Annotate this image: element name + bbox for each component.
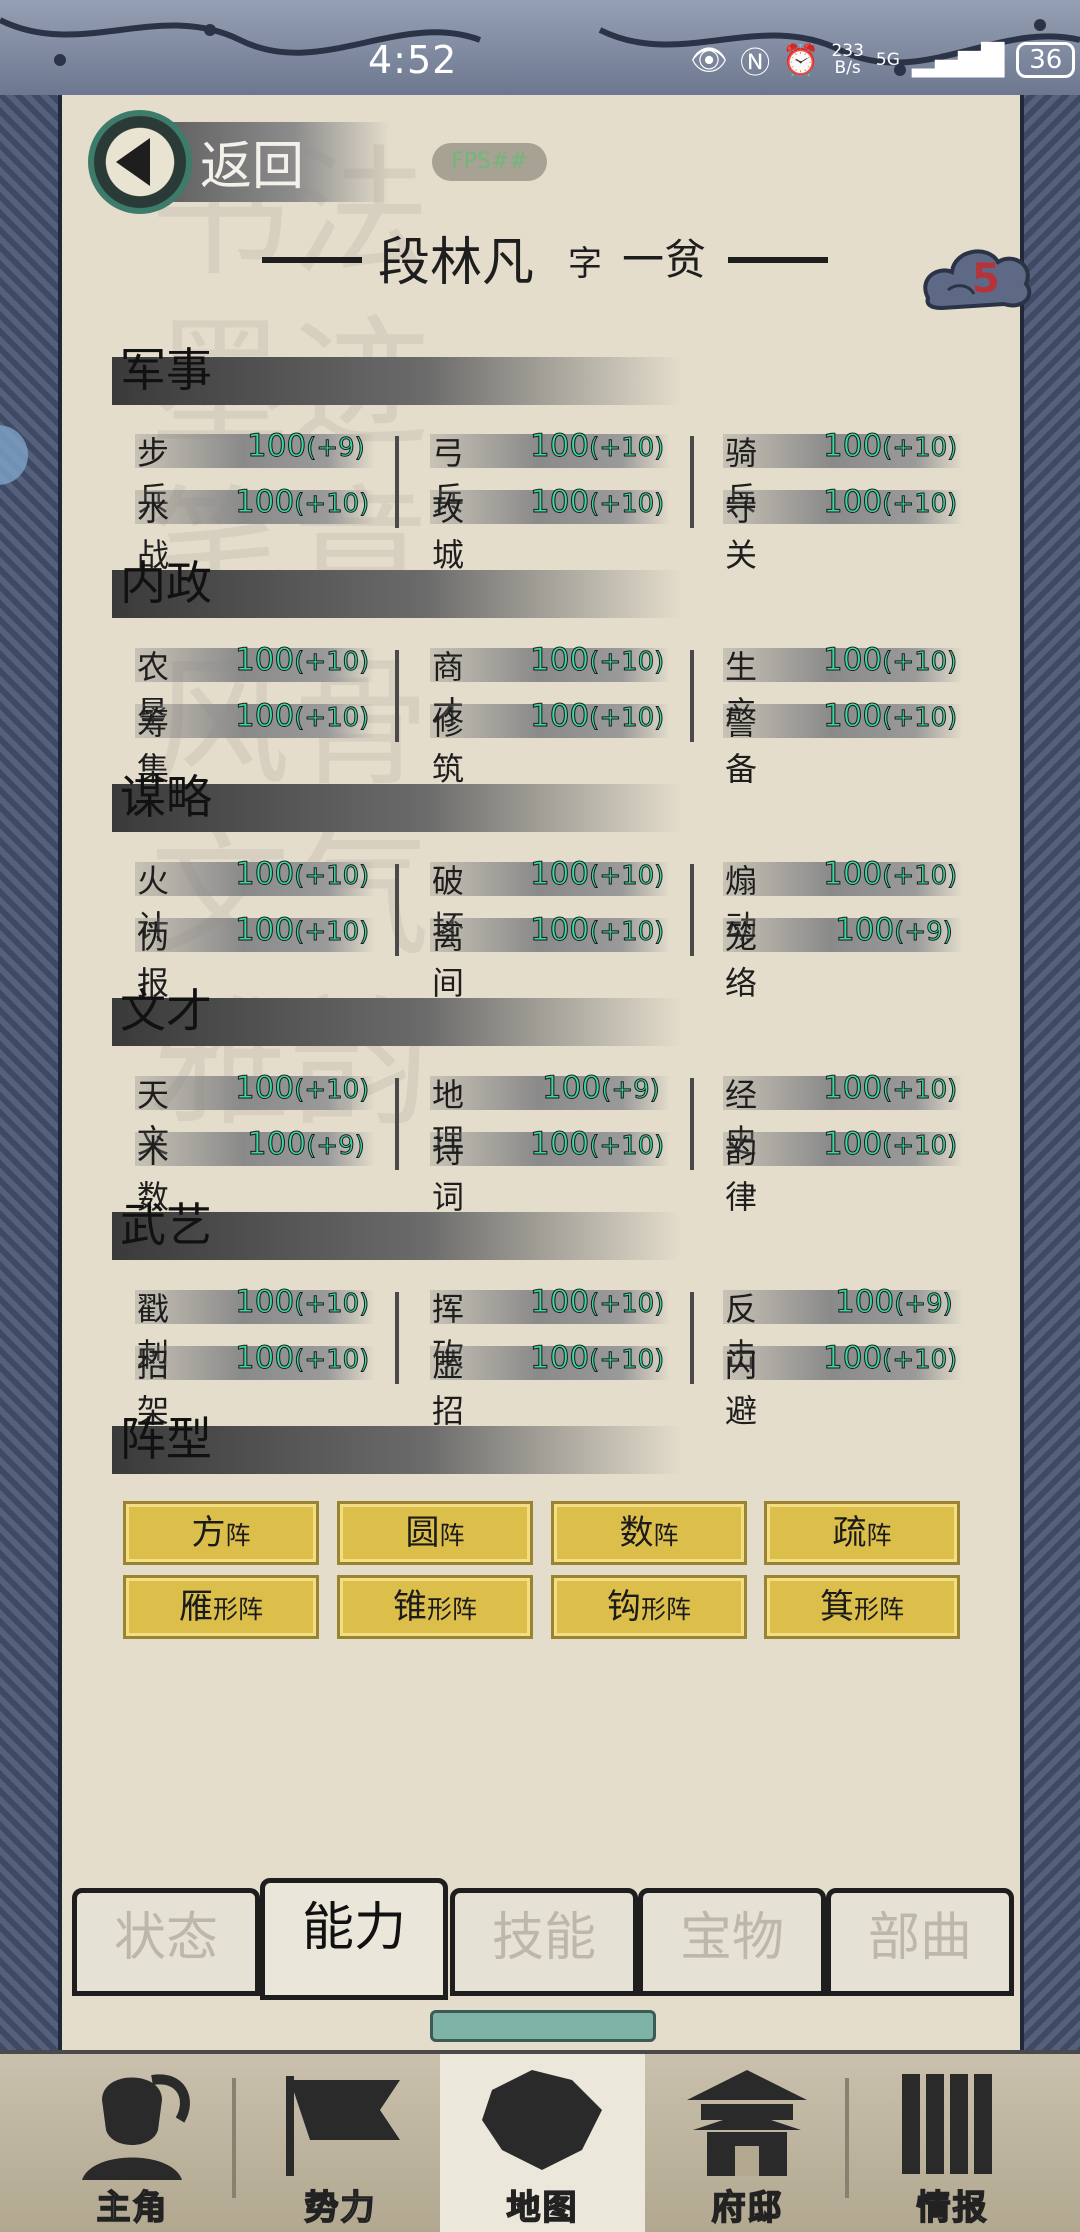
alarm-icon: ⏰: [782, 42, 820, 78]
tab-troops[interactable]: 部曲: [826, 1888, 1014, 1996]
status-bar: 4:52 👁 Ⓝ ⏰ 233 B/s 5G ▂▄▆█ 36: [0, 0, 1080, 101]
column-divider: [690, 1078, 694, 1170]
section-title: 军事: [120, 343, 212, 397]
formation-button[interactable]: 疏阵: [764, 1501, 960, 1565]
right-frame: [1020, 95, 1080, 2050]
bottom-nav: 主角 势力 地图 府邸 情报: [0, 2050, 1080, 2232]
back-button[interactable]: [88, 110, 192, 214]
formation-button[interactable]: 圆阵: [337, 1501, 533, 1565]
signal-icon: ▂▄▆█: [911, 42, 1005, 78]
character-name: 段林凡: [378, 233, 535, 293]
formation-button[interactable]: 箕形阵: [764, 1575, 960, 1639]
nav-faction[interactable]: 势力: [238, 2054, 443, 2232]
network-speed: 233 B/s: [831, 43, 863, 77]
title-ornament-left: [262, 257, 362, 263]
battery-indicator: 36: [1016, 42, 1076, 78]
tab-ability[interactable]: 能力: [260, 1878, 448, 2000]
section-title: 内政: [120, 556, 212, 610]
formation-button[interactable]: 方阵: [123, 1501, 319, 1565]
section-title: 谋略: [120, 770, 212, 824]
map-scroll-ornament: [430, 2010, 656, 2042]
network-type: 5G: [875, 49, 900, 70]
left-frame: [0, 95, 62, 2050]
column-divider: [395, 1078, 399, 1170]
formation-button[interactable]: 钩形阵: [551, 1575, 747, 1639]
section-title: 阵型: [120, 1412, 212, 1466]
nfc-icon: Ⓝ: [740, 46, 771, 81]
nav-separator: [232, 2078, 236, 2198]
map-icon: [482, 2070, 602, 2170]
tab-treasure[interactable]: 宝物: [638, 1888, 826, 1996]
eye-icon: 👁: [690, 42, 729, 78]
formation-button[interactable]: 数阵: [551, 1501, 747, 1565]
mansion-icon: [687, 2070, 807, 2176]
level-badge: 5: [972, 256, 1000, 302]
column-divider: [690, 864, 694, 956]
hero-portrait-icon: [82, 2074, 190, 2180]
column-divider: [395, 650, 399, 742]
flag-icon: [286, 2076, 400, 2176]
fps-indicator: FPS##: [432, 143, 547, 181]
tab-status[interactable]: 状态: [72, 1888, 260, 1996]
floating-side-tab[interactable]: [0, 425, 28, 485]
formation-button[interactable]: 锥形阵: [337, 1575, 533, 1639]
column-divider: [690, 650, 694, 742]
nav-map[interactable]: 地图: [440, 2054, 645, 2232]
zi-label: 字: [568, 244, 602, 284]
title-ornament-right: [728, 257, 828, 263]
nav-intel[interactable]: 情报: [850, 2054, 1055, 2232]
column-divider: [395, 1292, 399, 1384]
scroll-bamboo-icon: [902, 2074, 992, 2174]
formation-button[interactable]: 雁形阵: [123, 1575, 319, 1639]
calligraphy-watermark: 书法墨迹笔意风骨文气雅韵: [150, 133, 431, 1146]
status-icons: 👁 Ⓝ ⏰ 233 B/s 5G ▂▄▆█ 36: [690, 40, 1076, 81]
column-divider: [690, 1292, 694, 1384]
nav-hero[interactable]: 主角: [30, 2054, 235, 2232]
column-divider: [395, 864, 399, 956]
back-arrow-icon: [116, 138, 150, 186]
nav-mansion[interactable]: 府邸: [645, 2054, 850, 2232]
section-title: 武艺: [120, 1198, 212, 1252]
tab-skills[interactable]: 技能: [450, 1888, 638, 1996]
back-label[interactable]: 返回: [200, 124, 304, 199]
status-time: 4:52: [368, 38, 458, 82]
column-divider: [690, 436, 694, 528]
style-name: 一贫: [622, 235, 707, 284]
section-title: 文才: [120, 984, 212, 1038]
column-divider: [395, 436, 399, 528]
speed-unit: B/s: [834, 58, 861, 78]
